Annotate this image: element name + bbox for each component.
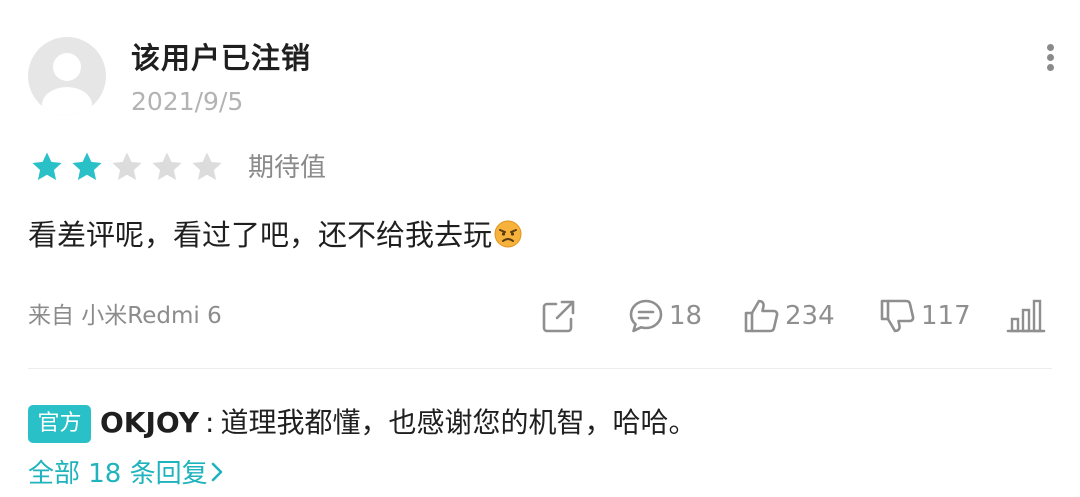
review-date: 2021/9/5	[131, 87, 244, 116]
official-badge: 官方	[28, 405, 91, 443]
star-filled-icon	[30, 150, 64, 186]
star-empty-icon	[150, 150, 184, 186]
reply-text: 道理我都懂，也感谢您的机智，哈哈。	[220, 406, 697, 439]
comment-count: 18	[669, 301, 703, 331]
star-empty-icon	[110, 150, 144, 186]
like-button[interactable]: 234	[743, 294, 835, 338]
default-avatar-icon	[42, 53, 92, 115]
star-rating	[30, 150, 224, 186]
star-filled-icon	[70, 150, 104, 186]
star-empty-icon	[190, 150, 224, 186]
rating-label: 期待值	[248, 153, 327, 183]
bar-chart-icon	[1006, 299, 1046, 333]
username[interactable]: 该用户已注销	[131, 38, 311, 78]
dislike-count: 117	[921, 301, 971, 331]
review-text-content: 看差评呢，看过了吧，还不给我去玩	[28, 218, 493, 252]
thumbs-down-icon	[880, 299, 915, 333]
more-dot-icon	[1047, 64, 1054, 71]
stats-button[interactable]	[1006, 294, 1046, 338]
more-dot-icon	[1047, 54, 1054, 61]
avatar[interactable]	[28, 37, 106, 115]
reply-author[interactable]: OKJOY	[100, 406, 199, 439]
share-button[interactable]	[540, 294, 578, 338]
more-dot-icon	[1047, 44, 1054, 51]
all-replies-label: 全部 18 条回复	[28, 459, 208, 489]
device-info: 来自 小米Redmi 6	[28, 303, 222, 329]
divider	[28, 368, 1052, 369]
comment-button[interactable]: 18	[627, 294, 702, 338]
more-options-button[interactable]	[1036, 40, 1066, 74]
all-replies-link[interactable]: 全部 18 条回复	[28, 455, 224, 495]
review-text: 看差评呢，看过了吧，还不给我去玩	[28, 214, 523, 260]
like-count: 234	[785, 301, 835, 331]
reply-separator: :	[205, 406, 215, 439]
chevron-right-icon	[210, 457, 224, 495]
angry-face-emoji-icon	[493, 218, 523, 260]
comment-icon	[629, 299, 663, 333]
dislike-button[interactable]: 117	[879, 294, 971, 338]
official-reply: OKJOY: 道理我都懂，也感谢您的机智，哈哈。	[100, 402, 696, 444]
thumbs-up-icon	[744, 299, 779, 333]
share-icon	[542, 300, 575, 333]
